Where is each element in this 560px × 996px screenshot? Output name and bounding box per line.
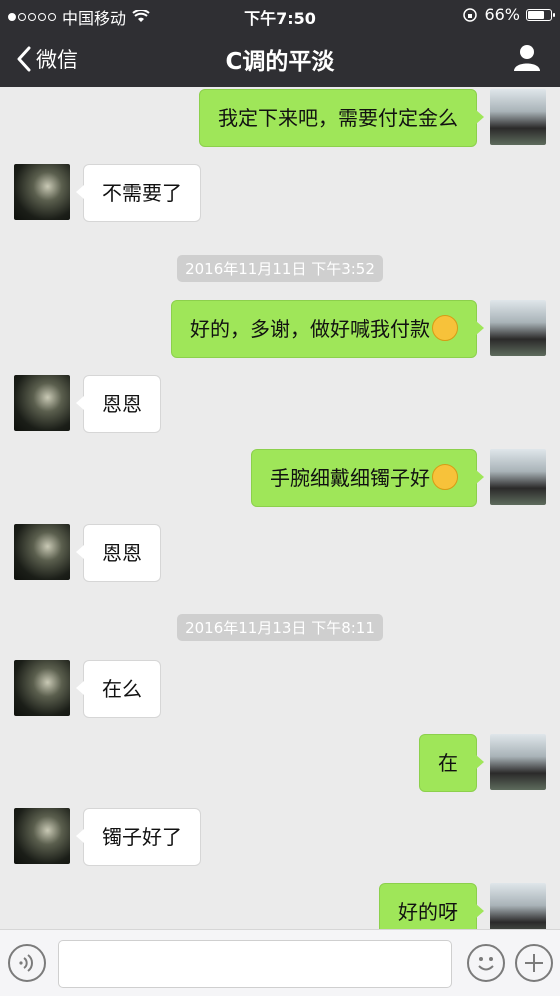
message-text: 好的，多谢，做好喊我付款 xyxy=(190,317,430,341)
sent-message-bubble[interactable]: 好的呀 xyxy=(379,883,484,929)
message-text: 恩恩 xyxy=(102,541,142,565)
person-icon[interactable] xyxy=(512,42,542,72)
message-text: 好的呀 xyxy=(398,900,458,924)
message-text: 在么 xyxy=(102,677,142,701)
battery-percent: 66% xyxy=(484,5,520,24)
message-timestamp: 2016年11月11日 下午3:52 xyxy=(0,255,560,282)
contact-avatar[interactable] xyxy=(14,660,70,716)
received-message-bubble[interactable]: 不需要了 xyxy=(76,164,201,222)
my-avatar[interactable] xyxy=(490,89,546,145)
plus-icon[interactable] xyxy=(515,944,553,982)
received-message-bubble[interactable]: 在么 xyxy=(76,660,161,718)
contact-avatar[interactable] xyxy=(14,375,70,431)
message-text: 手腕细戴细镯子好 xyxy=(270,466,430,490)
emoji-button[interactable] xyxy=(467,944,505,982)
message-timestamp: 2016年11月13日 下午8:11 xyxy=(0,614,560,641)
contact-avatar[interactable] xyxy=(14,524,70,580)
status-right: 66% xyxy=(462,5,555,24)
message-text: 我定下来吧，需要付定金么 xyxy=(218,106,458,130)
rotation-lock-icon xyxy=(463,7,478,22)
voice-button[interactable] xyxy=(8,944,46,982)
sent-message-bubble[interactable]: 在 xyxy=(419,734,484,792)
received-message-bubble[interactable]: 镯子好了 xyxy=(76,808,201,866)
my-avatar[interactable] xyxy=(490,300,546,356)
chat-title: C调的平淡 xyxy=(225,49,335,75)
my-avatar[interactable] xyxy=(490,734,546,790)
sent-message-bubble[interactable]: 手腕细戴细镯子好 xyxy=(251,449,484,507)
status-bar: 中国移动 下午7:50 66% xyxy=(0,0,560,30)
message-input[interactable] xyxy=(58,940,452,988)
battery-icon xyxy=(526,8,555,21)
input-bar xyxy=(0,929,560,996)
smile-emoji xyxy=(432,464,458,490)
emoji-icon xyxy=(478,957,494,971)
message-text: 不需要了 xyxy=(102,181,182,205)
my-avatar[interactable] xyxy=(490,449,546,505)
contact-avatar[interactable] xyxy=(14,808,70,864)
message-text: 恩恩 xyxy=(102,392,142,416)
my-avatar[interactable] xyxy=(490,883,546,929)
sent-message-bubble[interactable]: 好的，多谢，做好喊我付款 xyxy=(171,300,484,358)
received-message-bubble[interactable]: 恩恩 xyxy=(76,375,161,433)
chat-area[interactable]: 我定下来吧，需要付定金么 不需要了 2016年11月11日 下午3:52 好的，… xyxy=(0,87,560,929)
sent-message-bubble[interactable]: 我定下来吧，需要付定金么 xyxy=(199,89,484,147)
voice-icon xyxy=(19,954,33,972)
top-bar: 中国移动 下午7:50 66% 微信 C调的平淡 xyxy=(0,0,560,87)
message-text: 镯子好了 xyxy=(102,825,182,849)
navigation-bar: 微信 C调的平淡 xyxy=(0,30,560,87)
contact-avatar[interactable] xyxy=(14,164,70,220)
message-text: 在 xyxy=(438,751,458,775)
received-message-bubble[interactable]: 恩恩 xyxy=(76,524,161,582)
grin-emoji xyxy=(432,315,458,341)
